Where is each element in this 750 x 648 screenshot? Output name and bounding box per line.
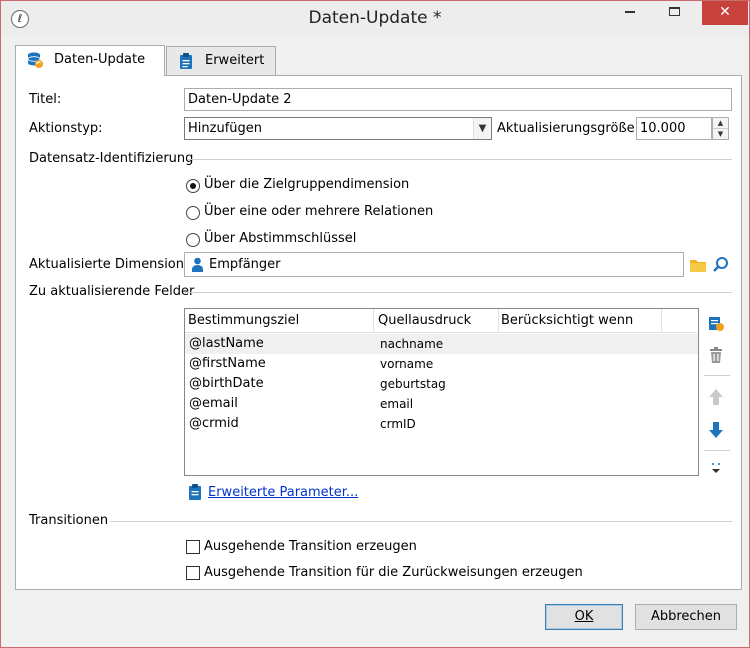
batch-size-input[interactable]: 10.000 bbox=[636, 117, 712, 140]
action-type-value: Hinzufügen bbox=[188, 121, 262, 136]
trash-icon[interactable] bbox=[707, 346, 725, 364]
title-input[interactable]: Daten-Update 2 bbox=[184, 88, 732, 111]
batch-size-spinner[interactable]: ▲ ▼ bbox=[712, 117, 729, 140]
action-type-select[interactable]: Hinzufügen ▼ bbox=[184, 117, 492, 140]
table-row[interactable]: @birthDate geburtstag bbox=[185, 374, 698, 394]
maximize-button[interactable] bbox=[659, 1, 689, 25]
clipboard-icon bbox=[180, 52, 192, 69]
spin-up-icon[interactable]: ▲ bbox=[713, 118, 728, 129]
cancel-button-label: Abbrechen bbox=[650, 609, 722, 624]
cancel-button[interactable]: Abbrechen bbox=[635, 604, 737, 630]
ok-button[interactable]: OK bbox=[545, 604, 623, 630]
tab-label: Erweitert bbox=[205, 53, 265, 68]
dimension-value: Empfänger bbox=[209, 257, 281, 272]
maximize-icon bbox=[668, 7, 680, 16]
action-type-label: Aktionstyp: bbox=[29, 121, 103, 136]
radio-label: Über Abstimmschlüssel bbox=[204, 231, 357, 246]
toolbar-divider bbox=[704, 450, 730, 451]
radio-target-dimension[interactable] bbox=[186, 179, 200, 193]
transitions-heading: Transitionen bbox=[29, 513, 109, 528]
fields-table: Bestimmungsziel Quellausdruck Berücksich… bbox=[184, 308, 699, 476]
tab-label: Daten-Update bbox=[54, 52, 146, 67]
spin-down-icon[interactable]: ▼ bbox=[713, 129, 728, 140]
table-row[interactable]: @email email bbox=[185, 394, 698, 414]
cell-source: geburtstag bbox=[380, 377, 446, 391]
column-header-condition[interactable]: Berücksichtigt wenn bbox=[501, 313, 633, 328]
advanced-parameters-link[interactable]: Erweiterte Parameter... bbox=[208, 485, 358, 500]
batch-size-label: Aktualisierungsgröße: bbox=[497, 121, 640, 136]
checkbox-label: Ausgehende Transition für die Zurückweis… bbox=[204, 565, 583, 580]
close-icon: ✕ bbox=[719, 4, 731, 20]
chevron-down-icon[interactable]: ▼ bbox=[473, 118, 491, 139]
cell-source: email bbox=[380, 397, 414, 411]
table-row[interactable]: @lastName nachname bbox=[185, 334, 698, 354]
arrow-down-icon[interactable] bbox=[707, 421, 725, 439]
column-separator[interactable] bbox=[498, 309, 499, 333]
cell-target: @email bbox=[189, 396, 238, 411]
column-separator[interactable] bbox=[661, 309, 662, 333]
section-divider bbox=[110, 521, 732, 522]
minimize-icon bbox=[625, 10, 635, 13]
table-row[interactable]: @crmid crmID bbox=[185, 414, 698, 434]
more-options-icon[interactable] bbox=[707, 459, 725, 477]
toolbar-divider bbox=[704, 375, 730, 376]
ok-button-label: OK bbox=[574, 609, 594, 624]
dialog-window: ℓ Daten-Update * ✕ Daten-Update Erweiter… bbox=[0, 0, 750, 648]
cell-target: @crmid bbox=[189, 416, 239, 431]
close-button[interactable]: ✕ bbox=[702, 1, 748, 25]
cell-source: crmID bbox=[380, 417, 416, 431]
section-divider bbox=[187, 159, 732, 160]
cell-source: nachname bbox=[380, 337, 444, 351]
minimize-button[interactable] bbox=[615, 1, 645, 25]
title-bar: ℓ Daten-Update * ✕ bbox=[1, 1, 749, 37]
add-field-icon[interactable] bbox=[707, 314, 725, 332]
radio-label: Über die Zielgruppendimension bbox=[204, 177, 410, 192]
radio-label: Über eine oder mehrere Relationen bbox=[204, 204, 434, 219]
arrow-up-icon[interactable] bbox=[707, 388, 725, 406]
tab-erweitert[interactable]: Erweitert bbox=[166, 46, 276, 75]
checkbox-outgoing-transition[interactable] bbox=[186, 540, 200, 554]
cell-target: @firstName bbox=[189, 356, 266, 371]
checkbox-rejection-transition[interactable] bbox=[186, 566, 200, 580]
record-id-heading: Datensatz-Identifizierung bbox=[29, 151, 194, 166]
title-label: Titel: bbox=[29, 92, 62, 107]
dimension-input[interactable]: Empfänger bbox=[184, 252, 684, 277]
database-update-icon bbox=[27, 52, 43, 68]
column-header-target[interactable]: Bestimmungsziel bbox=[188, 313, 299, 328]
cell-source: vorname bbox=[380, 357, 434, 371]
folder-icon[interactable] bbox=[689, 256, 707, 274]
radio-reconciliation-keys[interactable] bbox=[186, 233, 200, 247]
section-divider bbox=[185, 292, 732, 293]
search-icon[interactable] bbox=[712, 256, 730, 274]
dimension-label: Aktualisierte Dimension: bbox=[29, 257, 189, 272]
tab-daten-update[interactable]: Daten-Update bbox=[15, 45, 165, 76]
cell-target: @birthDate bbox=[189, 376, 264, 391]
column-header-source[interactable]: Quellausdruck bbox=[378, 313, 471, 328]
fields-heading: Zu aktualisierende Felder bbox=[29, 284, 195, 299]
table-header: Bestimmungsziel Quellausdruck Berücksich… bbox=[185, 309, 698, 333]
radio-relations[interactable] bbox=[186, 206, 200, 220]
column-separator[interactable] bbox=[373, 309, 374, 333]
person-icon bbox=[192, 257, 203, 272]
clipboard-icon bbox=[189, 484, 201, 500]
checkbox-label: Ausgehende Transition erzeugen bbox=[204, 539, 417, 554]
cell-target: @lastName bbox=[189, 336, 264, 351]
table-row[interactable]: @firstName vorname bbox=[185, 354, 698, 374]
